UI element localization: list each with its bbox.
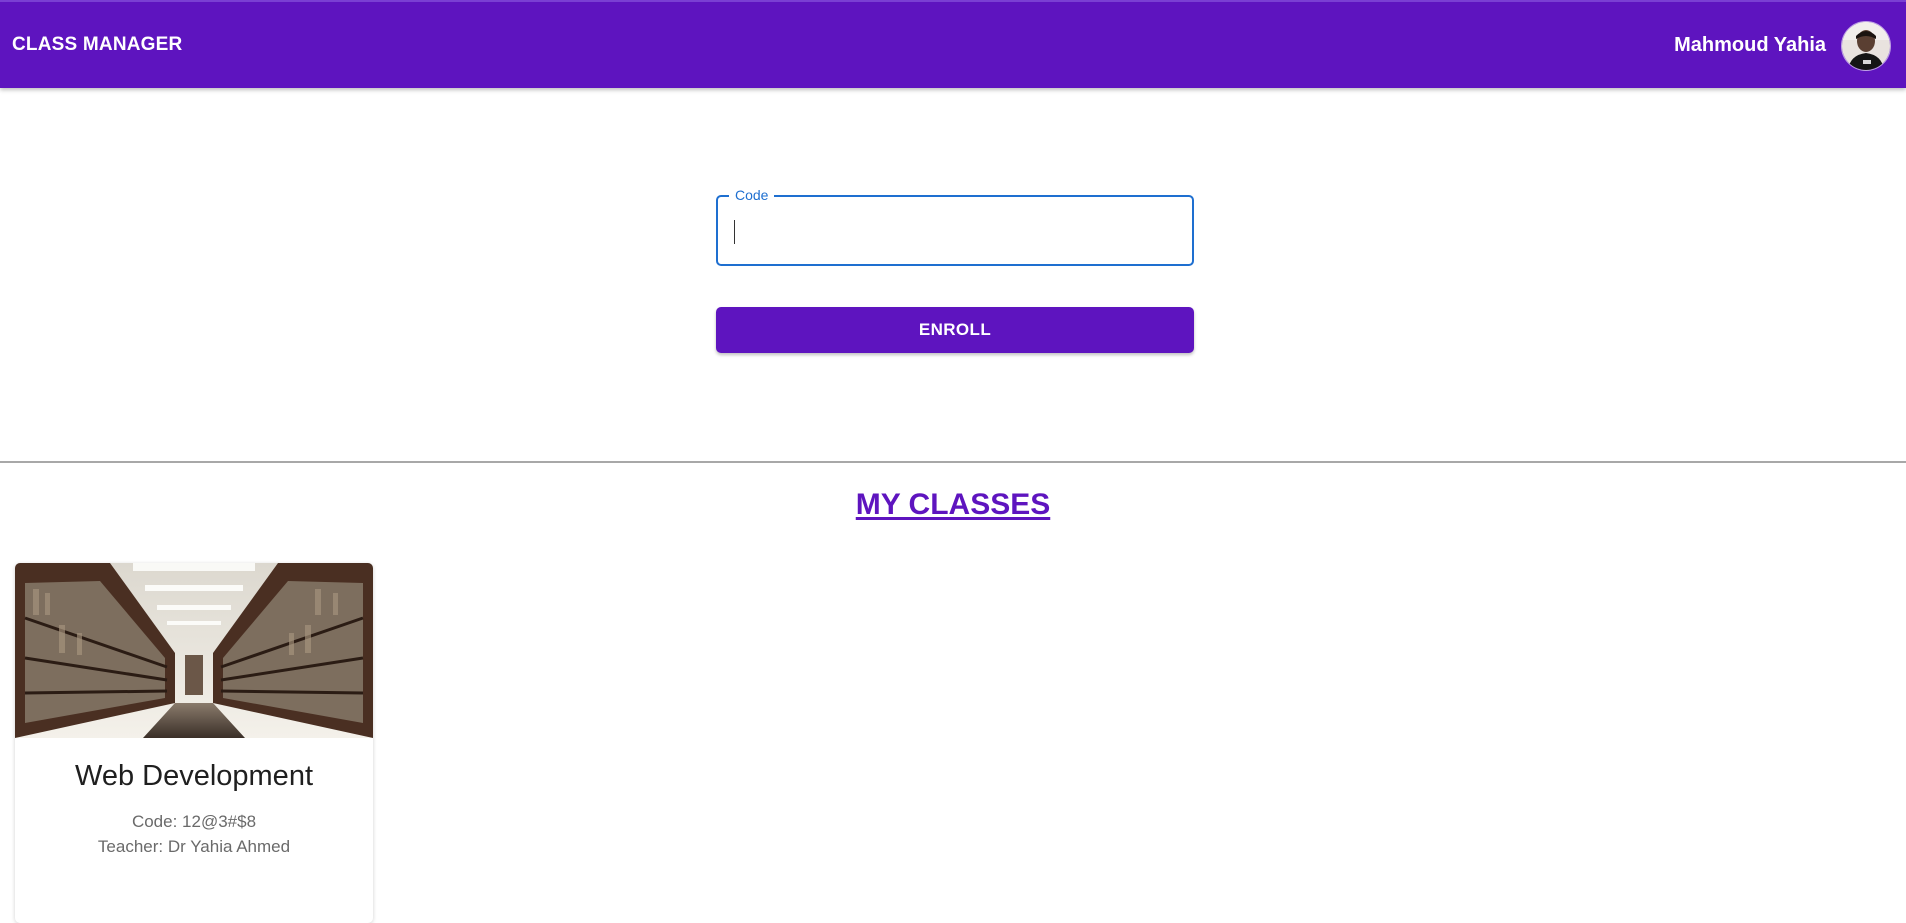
class-meta: Code: 12@3#$8 Teacher: Dr Yahia Ahmed: [15, 809, 373, 859]
app-brand[interactable]: CLASS MANAGER: [12, 2, 182, 88]
library-bookshelves-image: [15, 563, 373, 738]
code-field-label: Code: [729, 187, 775, 203]
avatar-photo: [1842, 22, 1890, 70]
class-teacher: Teacher: Dr Yahia Ahmed: [97, 837, 291, 856]
class-code: Code: 12@3#$8: [131, 812, 257, 831]
user-name[interactable]: Mahmoud Yahia: [1674, 2, 1826, 88]
code-input[interactable]: [733, 213, 1177, 249]
section-divider: [0, 461, 1906, 463]
my-classes-title[interactable]: MY CLASSES: [0, 488, 1906, 522]
enroll-form: Code ENROLL: [716, 187, 1194, 353]
class-card[interactable]: Web Development Code: 12@3#$8 Teacher: D…: [15, 563, 373, 923]
enroll-button[interactable]: ENROLL: [716, 307, 1194, 353]
user-avatar-icon[interactable]: [1841, 21, 1891, 71]
text-cursor: [734, 220, 735, 244]
code-field[interactable]: Code: [716, 187, 1194, 266]
class-title: Web Development: [74, 760, 314, 792]
app-bar: CLASS MANAGER Mahmoud Yahia: [0, 0, 1906, 88]
